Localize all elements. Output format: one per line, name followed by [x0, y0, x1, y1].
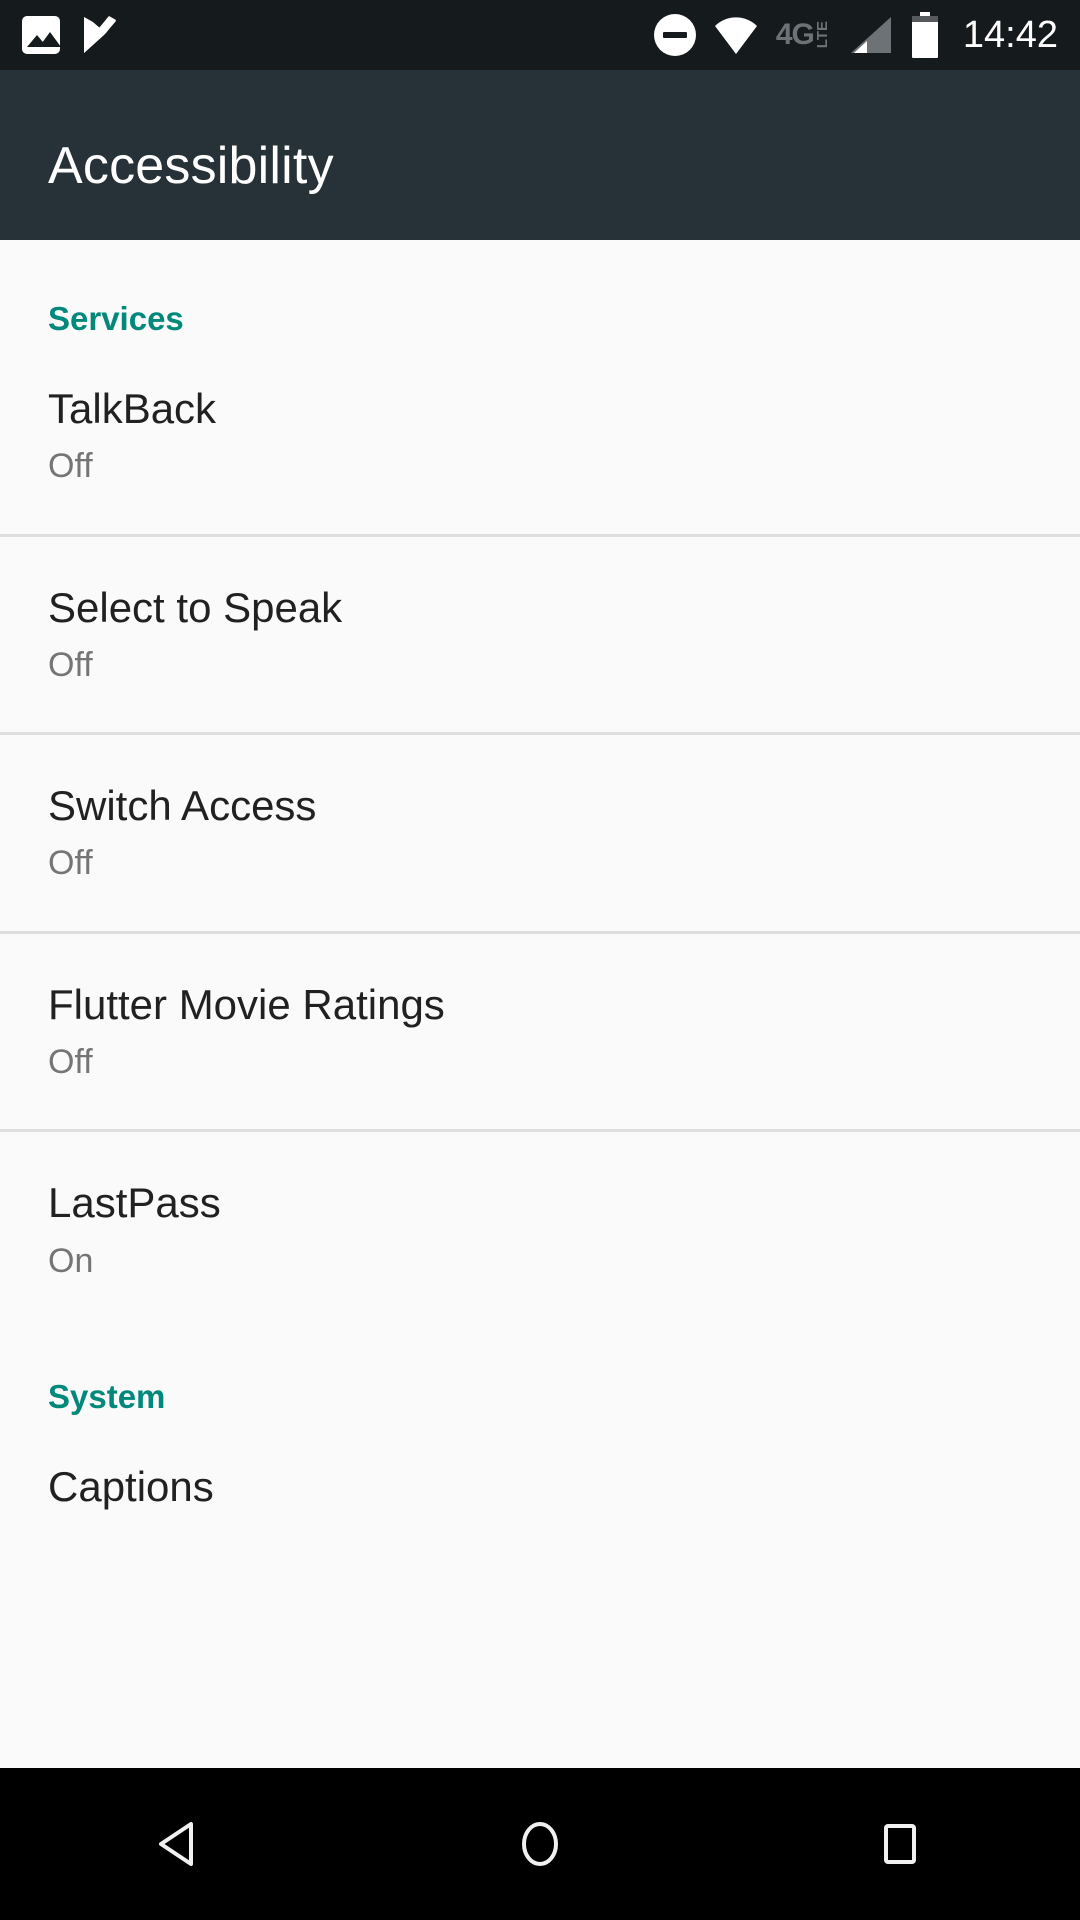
battery-icon — [911, 12, 938, 58]
list-item-title: Flutter Movie Ratings — [48, 980, 445, 1028]
status-bar: 4G LTE 14:42 — [0, 0, 1080, 70]
list-item-talkback[interactable]: TalkBack Off — [0, 338, 1080, 534]
list-item-status: Off — [48, 645, 93, 684]
cellular-signal-icon — [850, 17, 891, 53]
page-title: Accessibility — [48, 137, 334, 195]
list-item-flutter-movie-ratings[interactable]: Flutter Movie Ratings Off — [0, 933, 1080, 1130]
network-type-label: 4G LTE — [775, 18, 831, 51]
back-button[interactable] — [100, 1768, 260, 1920]
network-suffix-text: LTE — [813, 21, 831, 49]
list-item-status: On — [48, 1241, 94, 1280]
section-header-system: System — [48, 1377, 166, 1415]
network-type-text: 4G — [775, 18, 815, 51]
do-not-disturb-icon — [653, 14, 696, 56]
app-bar: Accessibility — [0, 70, 1080, 240]
list-item-select-to-speak[interactable]: Select to Speak Off — [0, 536, 1080, 733]
status-bar-clock: 14:42 — [962, 13, 1058, 56]
section-header-services: Services — [48, 300, 184, 337]
navigation-bar — [0, 1768, 1080, 1920]
recents-square-icon — [884, 1824, 916, 1864]
status-bar-left-icons — [0, 15, 118, 55]
list-item-title: Captions — [48, 1462, 214, 1510]
wifi-icon — [714, 17, 757, 54]
settings-list[interactable]: Services TalkBack Off Select to Speak Of… — [0, 240, 1080, 1768]
status-bar-right-icons: 4G LTE 14:42 — [653, 12, 1080, 58]
back-triangle-icon — [159, 1822, 193, 1866]
list-item-title: Switch Access — [48, 782, 317, 830]
home-button[interactable] — [460, 1768, 620, 1920]
home-circle-icon — [522, 1822, 558, 1866]
recents-button[interactable] — [820, 1768, 980, 1920]
screenshot-icon — [22, 16, 60, 54]
list-item-title: Select to Speak — [48, 583, 343, 631]
list-item-title: TalkBack — [48, 385, 217, 432]
checkmark-flag-icon — [84, 16, 116, 53]
list-item-status: Off — [48, 447, 93, 486]
list-item-captions[interactable]: Captions — [0, 1415, 1080, 1559]
list-item-title: LastPass — [48, 1179, 221, 1227]
android-accessibility-screen: 4G LTE 14:42 Accessibility Services Talk… — [0, 0, 1080, 1920]
list-item-lastpass[interactable]: LastPass On — [0, 1132, 1080, 1328]
list-item-status: Off — [48, 1042, 93, 1081]
list-item-status: Off — [48, 844, 93, 883]
list-item-switch-access[interactable]: Switch Access Off — [0, 735, 1080, 931]
